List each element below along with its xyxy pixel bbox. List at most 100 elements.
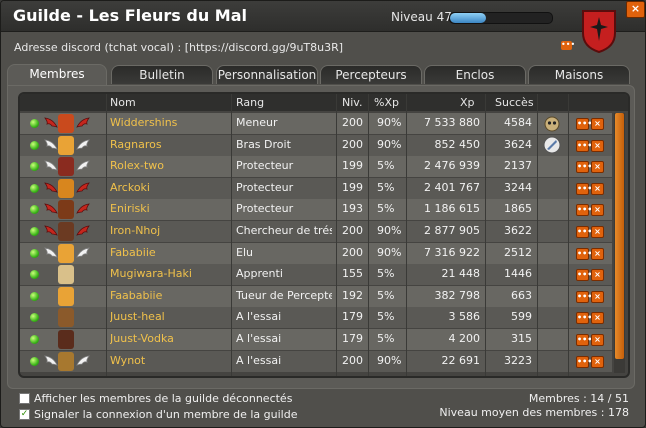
member-name[interactable]: Rolex-two	[110, 159, 228, 172]
tab-personnalisation[interactable]: Personnalisation	[216, 65, 318, 84]
table-row[interactable]: Rolex-two Protecteur 199 5% 2 476 939 21…	[20, 156, 612, 178]
member-name[interactable]: Iron-Nhoj	[110, 224, 228, 237]
tab-bulletin[interactable]: Bulletin	[111, 65, 213, 84]
avatar[interactable]	[58, 157, 74, 177]
avatar[interactable]	[58, 330, 74, 349]
member-kick-button[interactable]: ×	[591, 182, 604, 195]
member-name[interactable]: Eniriski	[110, 202, 228, 215]
avatar[interactable]	[58, 114, 74, 133]
avatar[interactable]	[58, 243, 74, 263]
member-achievements: 4584	[504, 116, 532, 129]
option-notify-connection[interactable]: ✓ Signaler la connexion d'un membre de la…	[19, 408, 297, 421]
member-options-button[interactable]: •••	[576, 290, 592, 303]
member-kick-button[interactable]: ×	[591, 355, 604, 368]
avatar[interactable]	[58, 200, 74, 220]
alignment-wing-icon	[76, 355, 90, 366]
table-row[interactable]: Ragnaros Bras Droit 200 90% 852 450 3624…	[20, 134, 612, 156]
member-kick-button[interactable]: ×	[591, 334, 604, 346]
member-options-button[interactable]: •••	[576, 204, 592, 217]
member-options-button[interactable]: •••	[576, 161, 592, 174]
alignment-wing-icon	[44, 247, 58, 258]
online-status-icon	[30, 183, 39, 193]
member-level: 199	[342, 159, 363, 173]
member-options-button[interactable]: •••	[576, 139, 592, 152]
avatar[interactable]	[58, 135, 74, 155]
member-rank: A l'essai	[236, 353, 282, 367]
header-niv[interactable]: Niv.	[342, 96, 362, 109]
header-xp-percent[interactable]: %Xp	[374, 96, 399, 109]
avatar[interactable]	[58, 178, 74, 198]
member-name[interactable]: Arckoki	[110, 181, 228, 194]
member-options-button[interactable]: •••	[576, 334, 592, 346]
table-row[interactable]: Fababiie Elu 200 90% 7 316 922 2512 ••• …	[20, 242, 612, 264]
header-nom[interactable]: Nom	[110, 96, 136, 109]
online-status-icon	[30, 119, 39, 128]
member-kick-button[interactable]: ×	[591, 204, 604, 217]
member-name[interactable]: Juust-heal	[110, 310, 228, 323]
alignment-wing-icon	[44, 117, 58, 128]
pet-icon	[544, 116, 560, 132]
avatar[interactable]	[58, 222, 74, 241]
alignment-wing-icon	[44, 182, 58, 193]
member-kick-button[interactable]: ×	[591, 312, 604, 325]
avatar[interactable]	[58, 351, 74, 371]
member-xp-percent: 5%	[377, 159, 395, 173]
member-name[interactable]: Ragnaros	[110, 138, 228, 151]
member-options-button[interactable]: •••	[576, 226, 592, 238]
table-row[interactable]: Iron-Nhoj Chercheur de trésors 200 90% 2…	[20, 221, 612, 242]
table-row[interactable]: Juust-Vodka A l'essai 179 5% 4 200 315 •…	[20, 329, 612, 350]
discord-options-button[interactable]: •••	[561, 41, 575, 50]
table-row[interactable]: Mugiwara-Haki Apprenti 155 5% 21 448 144…	[20, 264, 612, 286]
member-kick-button[interactable]: ×	[591, 118, 604, 130]
member-kick-button[interactable]: ×	[591, 226, 604, 238]
member-options-button[interactable]: •••	[576, 118, 592, 130]
option-show-offline[interactable]: Afficher les membres de la guilde déconn…	[19, 392, 297, 405]
member-kick-button[interactable]: ×	[591, 247, 604, 260]
table-row[interactable]: Widdershins Meneur 200 90% 7 533 880 458…	[20, 113, 612, 134]
scrollbar[interactable]	[614, 113, 625, 373]
member-name[interactable]: Mugiwara-Haki	[110, 267, 228, 280]
tab-percepteurs[interactable]: Percepteurs	[320, 65, 422, 84]
header-rang[interactable]: Rang	[236, 96, 264, 109]
member-rank: Protecteur	[236, 159, 294, 173]
scrollbar-thumb[interactable]	[615, 113, 624, 359]
member-name[interactable]: Juust-Vodka	[110, 332, 228, 345]
tab-membres[interactable]: Membres	[7, 64, 107, 85]
online-status-icon	[30, 162, 39, 172]
member-rank: A l'essai	[236, 310, 282, 324]
member-xp-percent: 5%	[377, 267, 395, 281]
member-options-button[interactable]: •••	[576, 182, 592, 195]
member-options-button[interactable]: •••	[576, 269, 592, 282]
alignment-wing-icon	[76, 203, 90, 215]
avatar[interactable]	[58, 286, 74, 306]
table-row[interactable]: Faababiie Tueur de Percepteurs 192 5% 38…	[20, 285, 612, 307]
member-kick-button[interactable]: ×	[591, 290, 604, 303]
member-xp-percent: 90%	[377, 137, 402, 151]
checkbox-notify-connection[interactable]: ✓	[19, 408, 30, 420]
member-name[interactable]: Faababiie	[110, 289, 228, 302]
checkbox-show-offline[interactable]	[19, 392, 30, 404]
table-row[interactable]: Juust-heal A l'essai 179 5% 3 586 599 ••…	[20, 307, 612, 329]
member-kick-button[interactable]: ×	[591, 139, 604, 152]
header-xp[interactable]: Xp	[460, 96, 475, 109]
tab-bar: Membres Bulletin Personnalisation Percep…	[7, 64, 637, 85]
member-kick-button[interactable]: ×	[591, 269, 604, 282]
close-button[interactable]: ×	[626, 1, 645, 18]
tab-maisons[interactable]: Maisons	[528, 65, 630, 84]
table-row[interactable]: Eniriski Protecteur 193 5% 1 186 615 186…	[20, 199, 612, 221]
member-options-button[interactable]: •••	[576, 312, 592, 325]
member-kick-button[interactable]: ×	[591, 161, 604, 174]
member-name[interactable]: Widdershins	[110, 116, 228, 129]
member-options-button[interactable]: •••	[576, 247, 592, 260]
header-succes[interactable]: Succès	[495, 96, 534, 109]
member-rank: Protecteur	[236, 180, 294, 194]
table-row[interactable]: Arckoki Protecteur 199 5% 2 401 767 3244…	[20, 177, 612, 199]
member-name[interactable]: Wynot	[110, 354, 228, 367]
avatar[interactable]	[58, 308, 74, 328]
member-name[interactable]: Fababiie	[110, 246, 228, 259]
avatar[interactable]	[58, 265, 74, 285]
table-row[interactable]: Wynot A l'essai 200 90% 22 691 3223 ••• …	[20, 350, 612, 372]
member-achievements: 663	[511, 288, 532, 302]
member-options-button[interactable]: •••	[576, 355, 592, 368]
tab-enclos[interactable]: Enclos	[424, 65, 526, 84]
